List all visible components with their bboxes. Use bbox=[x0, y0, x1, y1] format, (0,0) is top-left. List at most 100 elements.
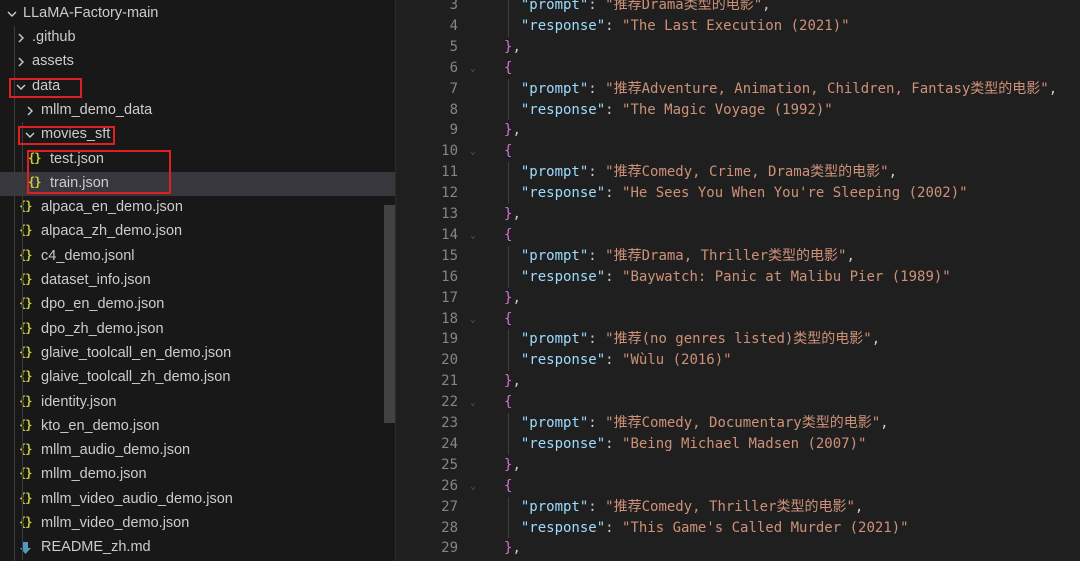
code-text: "response": "Baywatch: Panic at Malibu P… bbox=[504, 267, 951, 288]
markdown-file-icon bbox=[19, 541, 32, 555]
tree-file-mllm-demo-json[interactable]: {} mllm_demo.json bbox=[0, 463, 395, 487]
fold-chevron-icon: ⌄ bbox=[470, 146, 477, 158]
indent-guide bbox=[508, 245, 509, 288]
tree-file-identity-json[interactable]: {} identity.json bbox=[0, 391, 395, 415]
code-line[interactable]: 12 "response": "He Sees You When You're … bbox=[396, 183, 1080, 204]
json-key: "response" bbox=[520, 101, 606, 118]
line-number: 18 bbox=[441, 310, 458, 327]
code-line[interactable]: 10 ⌄ { bbox=[396, 141, 1080, 162]
code-text: "prompt": "推荐Comedy, Thriller类型的电影", bbox=[504, 497, 863, 518]
json-key: "prompt" bbox=[520, 247, 589, 264]
code-line[interactable]: 26 ⌄ { bbox=[396, 476, 1080, 497]
tree-file-alpaca-zh-demo-json[interactable]: {} alpaca_zh_demo.json bbox=[0, 220, 395, 244]
tree-folder-mllm-demo-data[interactable]: mllm_demo_data bbox=[0, 99, 395, 123]
json-string-value: "Being Michael Madsen (2007)" bbox=[622, 435, 867, 452]
code-line[interactable]: 21}, bbox=[396, 371, 1080, 392]
json-file-icon: {} bbox=[19, 223, 32, 238]
tree-item-label: alpaca_en_demo.json bbox=[41, 199, 183, 216]
code-line[interactable]: 5}, bbox=[396, 37, 1080, 58]
code-editor[interactable]: 3 "prompt": "推荐Drama类型的电影", 4 "response":… bbox=[396, 0, 1080, 561]
code-line[interactable]: 28 "response": "This Game's Called Murde… bbox=[396, 518, 1080, 539]
line-number: 10 bbox=[441, 143, 458, 160]
line-number: 21 bbox=[441, 373, 458, 390]
comma: , bbox=[512, 122, 521, 139]
line-number: 12 bbox=[441, 185, 458, 202]
json-key: "response" bbox=[520, 17, 606, 34]
tree-file-dpo-zh-demo-json[interactable]: {} dpo_zh_demo.json bbox=[0, 318, 395, 342]
json-key: "prompt" bbox=[520, 415, 589, 431]
tree-file-mllm-audio-demo-json[interactable]: {} mllm_audio_demo.json bbox=[0, 439, 395, 463]
line-number: 23 bbox=[441, 415, 458, 431]
comma: , bbox=[512, 456, 521, 473]
code-text: "prompt": "推荐Drama, Thriller类型的电影", bbox=[504, 246, 855, 267]
code-line[interactable]: 15 "prompt": "推荐Drama, Thriller类型的电影", bbox=[396, 246, 1080, 267]
code-text: "response": "Being Michael Madsen (2007)… bbox=[504, 434, 867, 455]
line-number: 26 bbox=[441, 477, 458, 494]
code-line[interactable]: 24 "response": "Being Michael Madsen (20… bbox=[396, 434, 1080, 455]
line-number: 27 bbox=[441, 498, 458, 515]
tree-item-label: kto_en_demo.json bbox=[41, 417, 160, 434]
explorer-scrollbar[interactable] bbox=[384, 205, 395, 423]
tree-file-dataset-info-json[interactable]: {} dataset_info.json bbox=[0, 269, 395, 293]
tree-file-dpo-en-demo-json[interactable]: {} dpo_en_demo.json bbox=[0, 293, 395, 317]
code-line[interactable]: 3 "prompt": "推荐Drama类型的电影", bbox=[396, 0, 1080, 16]
code-line[interactable]: 11 "prompt": "推荐Comedy, Crime, Drama类型的电… bbox=[396, 162, 1080, 183]
code-line[interactable]: 19 "prompt": "推荐(no genres listed)类型的电影"… bbox=[396, 329, 1080, 350]
code-text: "prompt": "推荐Comedy, Documentary类型的电影", bbox=[504, 413, 889, 434]
colon: : bbox=[605, 352, 623, 369]
code-line[interactable]: 17}, bbox=[396, 288, 1080, 309]
chevron-right-icon bbox=[24, 105, 36, 117]
comma: , bbox=[512, 38, 521, 55]
indent-guide bbox=[508, 329, 509, 372]
tree-file-mllm-video-demo-json[interactable]: {} mllm_video_demo.json bbox=[0, 512, 395, 536]
tree-item-label: glaive_toolcall_zh_demo.json bbox=[41, 369, 231, 386]
colon: : bbox=[605, 435, 623, 452]
code-text: }, bbox=[504, 288, 521, 309]
highlight-box-movies-sft bbox=[18, 126, 115, 145]
code-line[interactable]: 8 "response": "The Magic Voyage (1992)" bbox=[396, 100, 1080, 121]
tree-file-kto-en-demo-json[interactable]: {} kto_en_demo.json bbox=[0, 415, 395, 439]
code-text: { bbox=[504, 58, 512, 79]
brace: { bbox=[504, 226, 513, 243]
tree-file-glaive-toolcall-en-demo-json[interactable]: {} glaive_toolcall_en_demo.json bbox=[0, 342, 395, 366]
code-line[interactable]: 29}, bbox=[396, 538, 1080, 559]
code-line[interactable]: 23 "prompt": "推荐Comedy, Documentary类型的电影… bbox=[396, 413, 1080, 434]
code-line[interactable]: 9}, bbox=[396, 120, 1080, 141]
tree-item-label: mllm_video_audio_demo.json bbox=[41, 490, 233, 507]
tree-item-label: mllm_demo.json bbox=[41, 466, 147, 483]
code-line[interactable]: 16 "response": "Baywatch: Panic at Malib… bbox=[396, 267, 1080, 288]
tree-item-label: README_zh.md bbox=[41, 539, 151, 556]
line-number: 20 bbox=[441, 352, 458, 369]
code-line[interactable]: 7 "prompt": "推荐Adventure, Animation, Chi… bbox=[396, 79, 1080, 100]
tree-root-llama-factory-main[interactable]: LLaMA-Factory-main bbox=[0, 2, 395, 26]
tree-file-alpaca-en-demo-json[interactable]: {} alpaca_en_demo.json bbox=[0, 196, 395, 220]
tree-folder--github[interactable]: .github bbox=[0, 26, 395, 50]
code-line[interactable]: 20 "response": "Wùlu (2016)" bbox=[396, 350, 1080, 371]
code-line[interactable]: 22 ⌄ { bbox=[396, 392, 1080, 413]
json-key: "response" bbox=[520, 435, 606, 452]
code-line[interactable]: 13}, bbox=[396, 204, 1080, 225]
tree-file-mllm-video-audio-demo-json[interactable]: {} mllm_video_audio_demo.json bbox=[0, 488, 395, 512]
tree-folder-assets[interactable]: assets bbox=[0, 50, 395, 74]
tree-file-readme-zh-md[interactable]: README_zh.md bbox=[0, 536, 395, 560]
fold-chevron-icon: ⌄ bbox=[470, 229, 477, 241]
code-line[interactable]: 6 ⌄ { bbox=[396, 58, 1080, 79]
tree-file-c4-demo-jsonl[interactable]: {} c4_demo.jsonl bbox=[0, 245, 395, 269]
code-line[interactable]: 25}, bbox=[396, 455, 1080, 476]
tree-file-glaive-toolcall-zh-demo-json[interactable]: {} glaive_toolcall_zh_demo.json bbox=[0, 366, 395, 390]
code-line[interactable]: 27 "prompt": "推荐Comedy, Thriller类型的电影", bbox=[396, 497, 1080, 518]
line-number: 14 bbox=[441, 226, 458, 243]
json-key: "response" bbox=[520, 519, 606, 536]
json-string-value: "He Sees You When You're Sleeping (2002)… bbox=[622, 185, 968, 202]
tree-item-label: identity.json bbox=[41, 393, 117, 410]
line-number: 11 bbox=[441, 164, 458, 181]
indent-guide bbox=[508, 496, 509, 539]
line-number: 3 bbox=[449, 0, 458, 13]
code-line[interactable]: 14 ⌄ { bbox=[396, 225, 1080, 246]
code-line[interactable]: 4 "response": "The Last Execution (2021)… bbox=[396, 16, 1080, 37]
code-line[interactable]: 18 ⌄ { bbox=[396, 309, 1080, 330]
